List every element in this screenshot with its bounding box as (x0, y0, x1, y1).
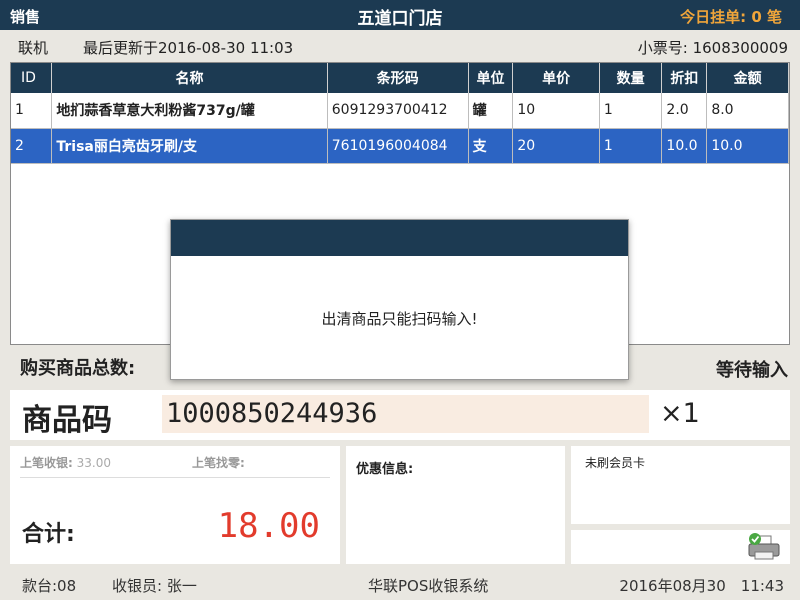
printer-panel (571, 530, 790, 564)
previous-transaction: 上笔收银: 33.00 上笔找零: (20, 454, 330, 478)
total-items-label: 购买商品总数: (20, 358, 136, 379)
product-code-input[interactable]: 1000850244936 (162, 395, 649, 433)
dialog-header (171, 220, 628, 256)
promotion-label: 优惠信息: (356, 462, 414, 477)
cell-discount: 2.0 (661, 93, 708, 129)
product-code-bar: 商品码 1000850244936 ×1 (10, 390, 790, 440)
prev-received-label: 上笔收银: (20, 456, 73, 470)
status-bar: 联机 最后更新于2016-08-30 11:03 小票号: 1608300009 (0, 32, 800, 60)
pending-orders[interactable]: 今日挂单: 0 笔 (680, 6, 782, 27)
col-barcode[interactable]: 条形码 (327, 63, 469, 93)
cell-discount: 10.0 (661, 128, 708, 164)
total-amount: 18.00 (217, 506, 320, 546)
receipt-label: 小票号: (637, 39, 688, 57)
quantity-multiplier: ×1 (660, 398, 700, 429)
col-discount[interactable]: 折扣 (661, 63, 708, 93)
input-status: 等待输入 (716, 360, 788, 381)
col-price[interactable]: 单价 (512, 63, 600, 93)
cell-unit: 支 (468, 128, 514, 164)
member-panel[interactable]: 未刷会员卡 (571, 446, 790, 524)
alert-dialog[interactable]: 出清商品只能扫码输入! (170, 219, 629, 380)
cell-name: 地扪蒜香草意大利粉酱737g/罐 (51, 93, 328, 129)
payment-panel: 上笔收银: 33.00 上笔找零: 合计: 18.00 (10, 446, 340, 564)
dialog-message: 出清商品只能扫码输入! (321, 310, 478, 328)
pending-count: 0 (751, 8, 762, 26)
cell-unit: 罐 (468, 93, 514, 129)
receipt-value: 1608300009 (692, 39, 788, 57)
col-amount[interactable]: 金额 (706, 63, 789, 93)
cell-id: 1 (11, 93, 53, 129)
cell-barcode: 7610196004084 (327, 128, 469, 164)
cell-price: 20 (512, 128, 600, 164)
prev-change-label: 上笔找零: (192, 456, 245, 470)
system-name: 华联POS收银系统 (368, 577, 489, 595)
cell-price: 10 (512, 93, 600, 129)
member-status: 未刷会员卡 (585, 456, 646, 470)
cell-name: Trisa丽白亮齿牙刷/支 (51, 128, 328, 164)
table-header: ID 名称 条形码 单位 单价 数量 折扣 金额 (11, 63, 789, 93)
col-name[interactable]: 名称 (51, 63, 328, 93)
cell-qty: 1 (599, 128, 663, 164)
footer-datetime: 2016年08月30 11:43 (619, 577, 784, 595)
pending-label: 今日挂单: (680, 8, 747, 26)
total-label: 合计: (22, 522, 75, 547)
top-bar: 销售 五道口门店 今日挂单: 0 笔 (0, 0, 800, 30)
prev-received-value: 33.00 (76, 456, 111, 470)
cell-barcode: 6091293700412 (327, 93, 469, 129)
product-code-label: 商品码 (22, 403, 112, 438)
last-update: 最后更新于2016-08-30 11:03 (83, 39, 294, 57)
cashier-name: 收银员: 张一 (112, 577, 197, 595)
col-id[interactable]: ID (11, 63, 53, 93)
cell-amount: 10.0 (706, 128, 789, 164)
col-unit[interactable]: 单位 (468, 63, 514, 93)
table-row-selected[interactable]: 2 Trisa丽白亮齿牙刷/支 7610196004084 支 20 1 10.… (11, 128, 789, 164)
footer-bar: 款台:08 收银员: 张一 华联POS收银系统 2016年08月30 11:43 (0, 572, 800, 598)
connection-mode: 联机 (18, 39, 49, 57)
pending-unit: 笔 (766, 8, 782, 26)
receipt-number: 小票号: 1608300009 (638, 37, 788, 58)
terminal-id: 款台:08 (22, 577, 77, 595)
cell-qty: 1 (599, 93, 663, 129)
printer-icon[interactable] (746, 532, 782, 562)
table-row[interactable]: 1 地扪蒜香草意大利粉酱737g/罐 6091293700412 罐 10 1 … (11, 93, 789, 129)
cell-amount: 8.0 (706, 93, 789, 129)
cell-id: 2 (11, 128, 53, 164)
col-qty[interactable]: 数量 (599, 63, 663, 93)
promotion-panel: 优惠信息: (346, 446, 565, 564)
